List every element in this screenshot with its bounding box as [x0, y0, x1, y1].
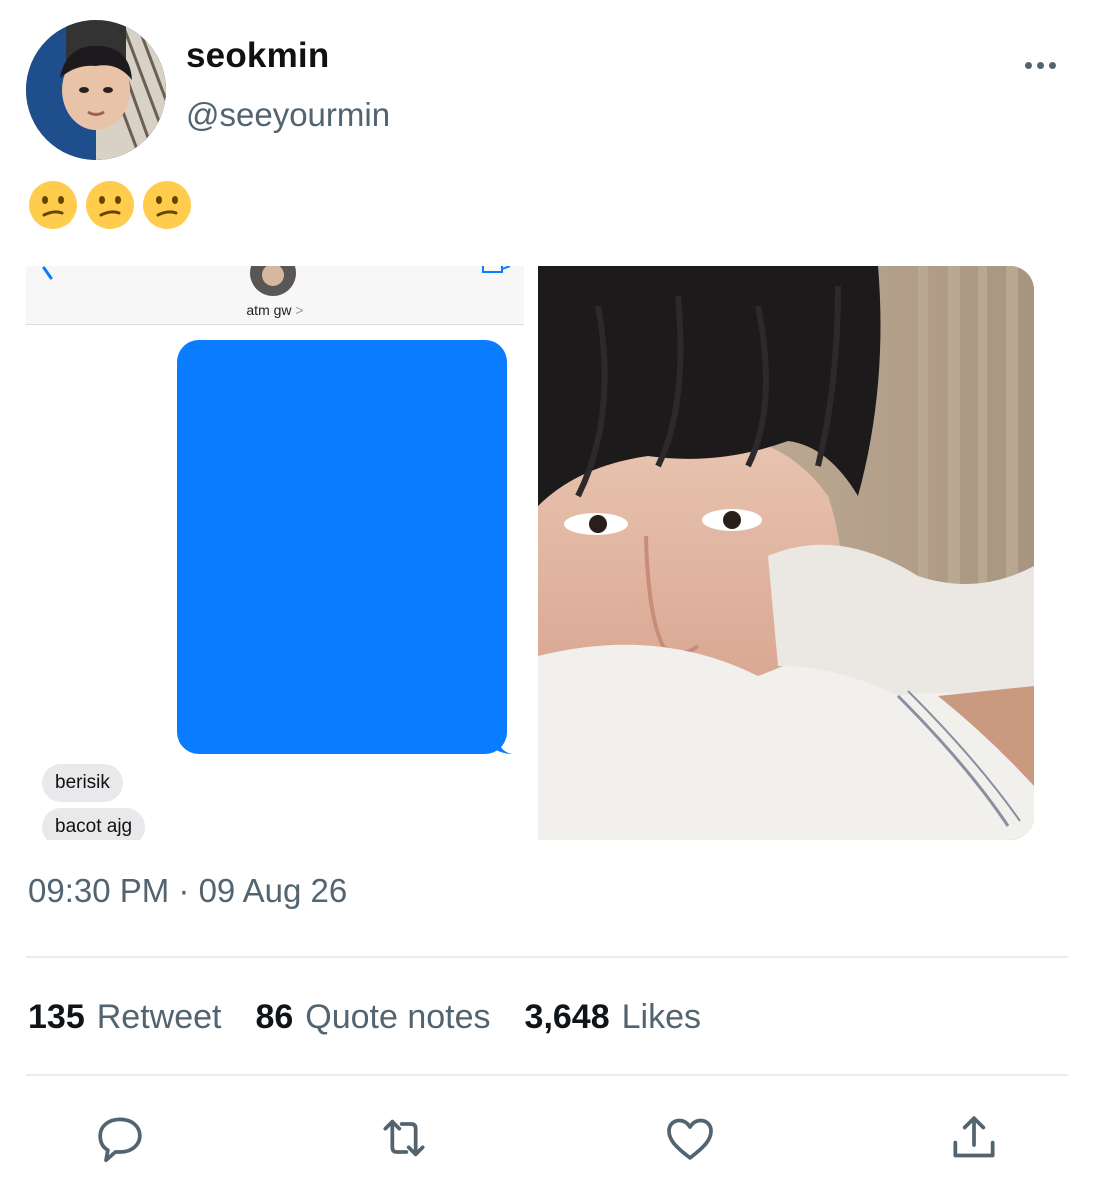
like-count-label: Likes: [621, 998, 702, 1036]
selfie-image: [538, 266, 1034, 840]
retweet-count[interactable]: 135 Retweet: [28, 998, 221, 1037]
like-count-value: 3,648: [524, 998, 610, 1036]
confused-face-icon: [86, 181, 134, 229]
divider: [26, 1074, 1068, 1076]
retweet-button[interactable]: [376, 1110, 432, 1166]
share-button[interactable]: [946, 1110, 1002, 1166]
reply-icon: [98, 1117, 142, 1163]
outgoing-message-bubble: [177, 340, 507, 754]
like-button[interactable]: [662, 1110, 718, 1166]
video-call-icon: [482, 266, 511, 273]
media-chat-screenshot[interactable]: atm gw > berisik bacot ajg: [26, 266, 524, 840]
retweet-icon: [383, 1119, 425, 1157]
quote-count-value: 86: [255, 998, 294, 1036]
confused-face-icon: [143, 181, 191, 229]
avatar-photo: [26, 20, 166, 160]
engagement-stats: 135 Retweet 86 Quote notes 3,648 Likes: [28, 998, 701, 1037]
incoming-message-2: bacot ajg: [42, 808, 146, 840]
avatar[interactable]: [26, 20, 166, 160]
media-selfie-photo[interactable]: [538, 266, 1034, 840]
quote-count[interactable]: 86 Quote notes: [255, 998, 490, 1037]
tweet-text: [28, 180, 192, 230]
user-handle[interactable]: @seeyourmin: [186, 96, 390, 134]
back-chevron-icon: [42, 266, 53, 280]
display-name[interactable]: seokmin: [186, 36, 329, 76]
quote-count-label: Quote notes: [305, 998, 491, 1036]
divider: [26, 956, 1068, 958]
contact-name-row: atm gw >: [246, 302, 304, 318]
incoming-message-1: berisik: [42, 764, 123, 802]
contact-name: atm gw: [246, 302, 292, 318]
share-icon: [953, 1116, 995, 1158]
bubble-tail: [496, 736, 512, 754]
retweet-count-label: Retweet: [96, 998, 222, 1036]
like-icon: [667, 1118, 713, 1160]
reply-button[interactable]: [92, 1110, 148, 1166]
retweet-count-value: 135: [28, 998, 85, 1036]
more-options-icon[interactable]: [1018, 52, 1062, 78]
like-count[interactable]: 3,648 Likes: [525, 998, 701, 1037]
tweet-timestamp[interactable]: 09:30 PM · 09 Aug 26: [28, 872, 347, 910]
confused-face-icon: [29, 181, 77, 229]
